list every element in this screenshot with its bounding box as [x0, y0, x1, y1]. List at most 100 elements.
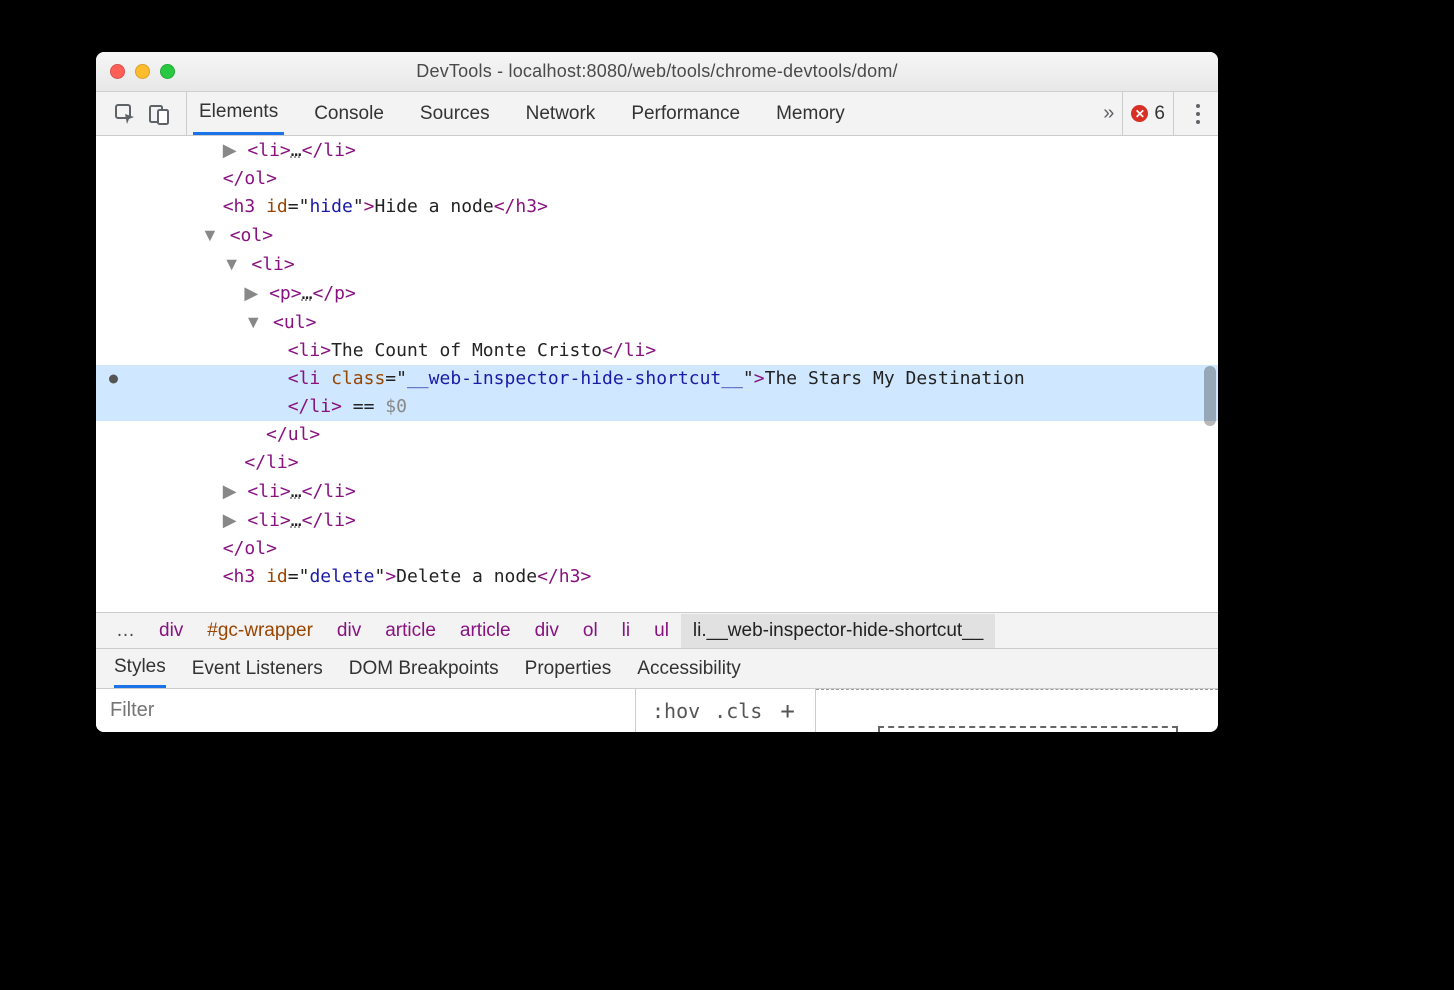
subtab-dom-breakpoints[interactable]: DOM Breakpoints [349, 649, 499, 688]
expand-toggle-icon[interactable]: ▶ [223, 510, 237, 530]
dom-line[interactable]: ▼ <ul> [96, 308, 1218, 337]
tab-memory[interactable]: Memory [770, 92, 851, 135]
tab-sources[interactable]: Sources [414, 92, 496, 135]
token-punct: </ [223, 538, 245, 559]
token-txt [255, 196, 266, 217]
subtab-accessibility[interactable]: Accessibility [637, 649, 740, 688]
breadcrumb-item[interactable]: div [523, 620, 571, 642]
zoom-icon[interactable] [160, 64, 175, 79]
dom-line[interactable]: <h3 id="hide">Hide a node</h3> [96, 193, 1218, 221]
token-tag: h3 [515, 196, 537, 217]
expand-toggle-icon[interactable]: ▼ [223, 254, 241, 274]
token-ellips: … [302, 283, 313, 304]
tab-performance[interactable]: Performance [625, 92, 746, 135]
token-punct: < [223, 196, 234, 217]
subtab-styles[interactable]: Styles [114, 649, 166, 688]
expand-toggle-icon[interactable]: ▶ [223, 140, 237, 160]
token-tag: li [309, 396, 331, 417]
styles-filter-input[interactable] [96, 689, 636, 732]
breadcrumb-item[interactable]: li.__web-inspector-hide-shortcut__ [681, 614, 995, 648]
styles-toolbar: :hov .cls + [96, 688, 1218, 732]
token-tag: li [323, 510, 345, 531]
breadcrumb-item[interactable]: article [373, 620, 448, 642]
expand-toggle-icon[interactable]: ▶ [223, 481, 237, 501]
subtab-properties[interactable]: Properties [525, 649, 612, 688]
breadcrumb-item[interactable]: #gc-wrapper [195, 620, 325, 642]
overflow-icon[interactable]: » [1103, 102, 1108, 125]
close-icon[interactable] [110, 64, 125, 79]
token-punct: > [345, 140, 356, 161]
dom-line[interactable]: </li> == $0 [96, 393, 1218, 421]
dom-line[interactable]: </ol> [96, 165, 1218, 193]
scrollbar-thumb[interactable] [1204, 366, 1216, 426]
token-punct: > [291, 283, 302, 304]
token-val: hide [309, 196, 352, 217]
expand-toggle-icon[interactable]: ▶ [244, 283, 258, 303]
token-punct: </ [223, 168, 245, 189]
dom-line[interactable]: ▶ <li>…</li> [96, 136, 1218, 165]
minimize-icon[interactable] [135, 64, 150, 79]
expand-toggle-icon[interactable]: ▼ [244, 312, 262, 332]
token-punct: > [284, 254, 295, 275]
token-punct: </ [537, 566, 559, 587]
token-txt: " [396, 368, 407, 389]
token-tag: ol [241, 225, 263, 246]
token-punct: > [266, 538, 277, 559]
breadcrumb-item[interactable]: div [325, 620, 373, 642]
cls-toggle[interactable]: .cls [714, 699, 762, 723]
token-punct: > [345, 481, 356, 502]
token-punct: > [262, 225, 273, 246]
expand-toggle-icon[interactable]: ▼ [201, 225, 219, 245]
dom-line[interactable]: ▼ <li> [96, 250, 1218, 279]
dom-line[interactable]: <li>The Count of Monte Cristo</li> [96, 337, 1218, 365]
settings-menu-icon[interactable] [1188, 104, 1208, 124]
hov-toggle[interactable]: :hov [652, 699, 700, 723]
token-val: __web-inspector-hide-shortcut__ [407, 368, 743, 389]
token-attr: class [331, 368, 385, 389]
token-punct: < [223, 566, 234, 587]
devtools-window: DevTools - localhost:8080/web/tools/chro… [96, 52, 1218, 732]
token-punct: < [247, 140, 258, 161]
token-txt: = [385, 368, 396, 389]
token-punct: < [273, 312, 284, 333]
dom-line[interactable]: ▼ <ol> [96, 221, 1218, 250]
breadcrumb-item[interactable]: … [104, 620, 147, 642]
token-punct: </ [302, 510, 324, 531]
tab-console[interactable]: Console [308, 92, 390, 135]
breadcrumb-item[interactable]: li [610, 620, 642, 642]
token-ellips: … [291, 140, 302, 161]
token-ellips: … [291, 510, 302, 531]
dom-line[interactable]: <li class="__web-inspector-hide-shortcut… [96, 365, 1218, 393]
inspect-icon[interactable] [114, 103, 136, 125]
subtab-event-listeners[interactable]: Event Listeners [192, 649, 323, 688]
token-punct: > [537, 196, 548, 217]
panel-tabs: Elements Console Sources Network Performance… [193, 92, 851, 135]
dom-line[interactable]: ▶ <li>…</li> [96, 477, 1218, 506]
breadcrumb-item[interactable]: div [147, 620, 195, 642]
error-count: 6 [1154, 103, 1165, 125]
token-tag: li [299, 340, 321, 361]
token-tag: p [334, 283, 345, 304]
token-tag: li [258, 510, 280, 531]
token-txt: Delete a node [396, 566, 537, 587]
dom-line[interactable]: ▶ <li>…</li> [96, 506, 1218, 535]
tab-elements[interactable]: Elements [193, 92, 284, 135]
tab-network[interactable]: Network [520, 92, 602, 135]
dom-line[interactable]: ▶ <p>…</p> [96, 279, 1218, 308]
dom-line[interactable]: <h3 id="delete">Delete a node</h3> [96, 563, 1218, 591]
error-counter[interactable]: ✕ 6 [1122, 92, 1174, 135]
dom-line[interactable]: </li> [96, 449, 1218, 477]
device-toggle-icon[interactable] [148, 103, 170, 125]
new-style-rule-button[interactable]: + [776, 697, 798, 725]
token-punct: > [385, 566, 396, 587]
breadcrumb-item[interactable]: ul [642, 620, 681, 642]
dom-line[interactable]: </ul> [96, 421, 1218, 449]
token-punct: > [331, 396, 342, 417]
token-punct: </ [312, 283, 334, 304]
elements-tree[interactable]: ▶ <li>…</li> </ol> <h3 id="hide">Hide a … [96, 136, 1218, 612]
token-tag: li [258, 481, 280, 502]
dom-line[interactable]: </ol> [96, 535, 1218, 563]
breadcrumb-item[interactable]: ol [571, 620, 610, 642]
breadcrumb-item[interactable]: article [448, 620, 523, 642]
token-punct: </ [494, 196, 516, 217]
